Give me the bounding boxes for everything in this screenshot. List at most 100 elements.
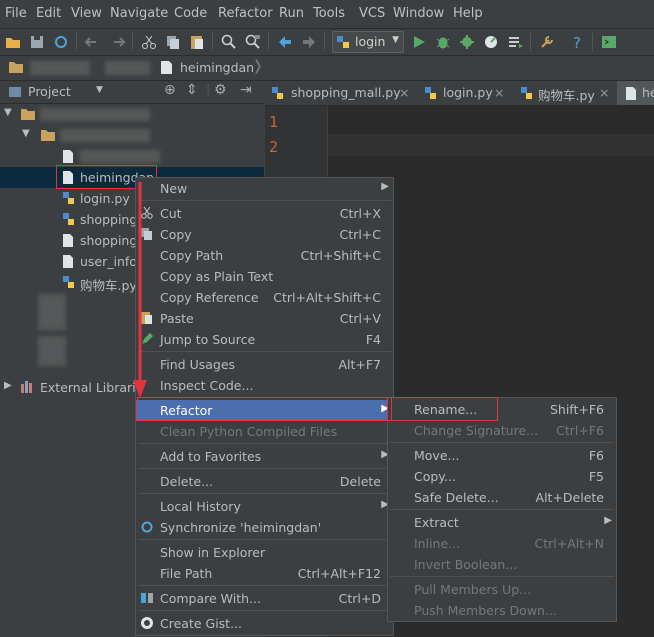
replace-icon[interactable] [244, 33, 262, 51]
tasks-icon[interactable] [506, 33, 524, 51]
run-config-selector[interactable]: login ▼ [332, 31, 404, 53]
help-icon[interactable]: ? [568, 33, 586, 51]
svg-text:?: ? [573, 34, 581, 51]
paste-icon[interactable] [188, 33, 206, 51]
menu-item-local-history[interactable]: Local History ▶ [136, 496, 393, 517]
menu-tools[interactable]: Tools [313, 6, 345, 21]
tab-shopping-mall[interactable]: shopping_mall.py × [265, 81, 413, 105]
menu-item-pull-members-up[interactable]: Pull Members Up... [388, 579, 616, 600]
menu-window[interactable]: Window [393, 6, 444, 21]
hide-icon[interactable]: ⇥ [240, 82, 252, 98]
file-icon [63, 234, 73, 247]
menu-item-move[interactable]: Move... F6 [388, 445, 616, 466]
menu-code[interactable]: Code [174, 6, 207, 21]
project-icon [9, 87, 21, 97]
menu-item-copy-refactor[interactable]: Copy... F5 [388, 466, 616, 487]
debug-icon[interactable] [434, 33, 452, 51]
menu-item-show-in-explorer[interactable]: Show in Explorer [136, 542, 393, 563]
menu-item-invert-boolean[interactable]: Invert Boolean... [388, 554, 616, 575]
menu-separator [390, 442, 614, 443]
tree-item-label: shopping [80, 233, 138, 248]
profile-icon[interactable] [482, 33, 500, 51]
menu-item-delete[interactable]: Delete... Delete [136, 471, 393, 492]
menu-separator [138, 351, 391, 352]
menu-item-new[interactable]: New ▶ [136, 178, 393, 199]
folder-icon [9, 62, 23, 73]
menu-item-copy[interactable]: Copy Ctrl+C [136, 224, 393, 245]
menu-item-add-to-favorites[interactable]: Add to Favorites ▶ [136, 446, 393, 467]
chevron-down-icon: ▼ [392, 35, 399, 45]
menu-item-copy-reference[interactable]: Copy Reference Ctrl+Alt+Shift+C [136, 287, 393, 308]
python-file-icon [63, 213, 74, 225]
python-file-icon [63, 276, 74, 288]
collapse-icon[interactable]: ⇕ [186, 82, 198, 98]
sync-icon[interactable] [52, 33, 70, 51]
forward-icon[interactable] [300, 33, 318, 51]
menu-item-copy-plain-text[interactable]: Copy as Plain Text [136, 266, 393, 287]
tree-file[interactable] [0, 146, 264, 167]
menu-item-cut[interactable]: Cut Ctrl+X [136, 203, 393, 224]
menu-item-paste[interactable]: Paste Ctrl+V [136, 308, 393, 329]
tab-heimingdan[interactable]: he [617, 81, 654, 105]
undo-icon[interactable] [84, 33, 102, 51]
back-icon[interactable] [276, 33, 294, 51]
menu-item-label: Invert Boolean... [414, 557, 518, 572]
close-icon[interactable]: × [399, 85, 409, 100]
menu-item-synchronize[interactable]: Synchronize 'heimingdan' [136, 517, 393, 538]
menu-file[interactable]: File [5, 6, 27, 21]
menu-item-compare-with[interactable]: Compare With... Ctrl+D [136, 588, 393, 609]
run-icon[interactable] [410, 33, 428, 51]
menu-item-jump-to-source[interactable]: Jump to Source F4 [136, 329, 393, 350]
chevron-right-icon: ❭ [252, 58, 264, 74]
menu-item-label: Copy Path [160, 248, 224, 263]
menu-refactor[interactable]: Refactor [218, 6, 273, 21]
python-icon [337, 36, 349, 48]
menu-help[interactable]: Help [453, 6, 483, 21]
locate-icon[interactable]: ⊕ [164, 82, 176, 98]
python-file-icon [521, 87, 532, 99]
menu-item-label: Cut [160, 206, 182, 221]
menu-edit[interactable]: Edit [36, 6, 61, 21]
chevron-down-icon[interactable]: ▼ [96, 85, 103, 95]
menu-item-change-signature[interactable]: Change Signature... Ctrl+F6 [388, 420, 616, 441]
menu-item-label: Push Members Down... [414, 603, 557, 618]
find-icon[interactable] [220, 33, 238, 51]
close-icon[interactable]: × [494, 85, 504, 100]
menu-item-inline[interactable]: Inline... Ctrl+Alt+N [388, 533, 616, 554]
save-icon[interactable] [28, 33, 46, 51]
project-panel-title[interactable]: Project [28, 84, 71, 99]
menu-item-find-usages[interactable]: Find Usages Alt+F7 [136, 354, 393, 375]
menu-item-file-path[interactable]: File Path Ctrl+Alt+F12 [136, 563, 393, 584]
cut-icon[interactable] [140, 33, 158, 51]
menu-run[interactable]: Run [279, 6, 304, 21]
tab-label: login.py [443, 85, 493, 100]
tree-item-label: login.py [80, 191, 130, 206]
python-console-icon[interactable] [600, 33, 618, 51]
highlight-box [137, 397, 392, 421]
python-file-icon [63, 192, 74, 204]
coverage-icon[interactable] [458, 33, 476, 51]
open-folder-icon[interactable] [4, 33, 22, 51]
menu-item-inspect-code[interactable]: Inspect Code... [136, 375, 393, 396]
menu-item-label: Move... [414, 448, 460, 463]
tree-folder[interactable]: ▼ [0, 125, 264, 146]
menu-view[interactable]: View [71, 6, 102, 21]
gear-icon[interactable]: ⚙ [214, 82, 227, 98]
menu-item-push-members-down[interactable]: Push Members Down... [388, 600, 616, 621]
copy-icon[interactable] [164, 33, 182, 51]
menu-navigate[interactable]: Navigate [110, 6, 168, 21]
menu-item-shortcut: Alt+F7 [338, 357, 381, 372]
tab-login[interactable]: login.py × [415, 81, 509, 105]
menu-item-safe-delete[interactable]: Safe Delete... Alt+Delete [388, 487, 616, 508]
menu-item-create-gist[interactable]: Create Gist... [136, 613, 393, 634]
menu-item-clean-compiled[interactable]: Clean Python Compiled Files [136, 421, 393, 442]
menu-vcs[interactable]: VCS [359, 6, 385, 21]
tab-shopping-cart[interactable]: 购物车.py × [511, 81, 616, 105]
breadcrumb[interactable]: heimingdan [180, 60, 254, 75]
menu-item-extract[interactable]: Extract ▶ [388, 512, 616, 533]
settings-icon[interactable] [538, 33, 556, 51]
redo-icon[interactable] [108, 33, 126, 51]
tree-root[interactable]: ▼ [0, 104, 264, 125]
close-icon[interactable]: × [599, 85, 609, 100]
menu-item-copy-path[interactable]: Copy Path Ctrl+Shift+C [136, 245, 393, 266]
